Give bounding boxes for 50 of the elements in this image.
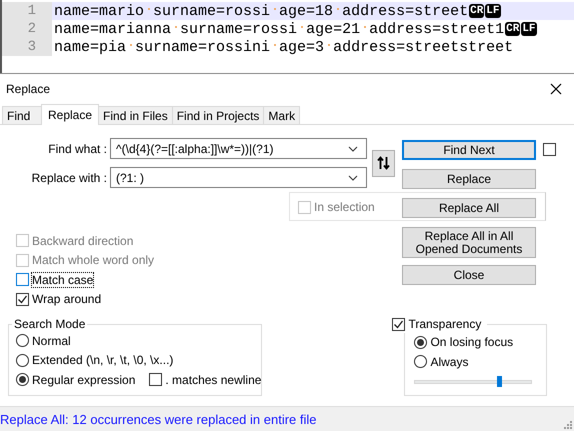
dialog-button[interactable]: Close [402,265,536,285]
check-icon [393,318,404,330]
dialog-button[interactable]: Replace All [402,198,536,218]
line-ending-marker: LF [485,4,500,18]
radio-button[interactable] [16,373,29,386]
status-message: Replace All: 12 occurrences were replaced in entire file [0,412,317,426]
close-icon[interactable] [550,82,562,94]
tab[interactable]: Mark [263,106,300,124]
line-number: 1 [28,3,36,19]
dialog-button[interactable]: Replace All in All Opened Documents [402,227,536,258]
code-text: name=marianna surname=rossi age=21 address=street1 [54,20,504,38]
option-checkbox[interactable]: Wrap around [16,292,102,306]
find-what-field[interactable]: ^(\d{4}(?=[[:alpha:]]\w*=))|(?1) [110,138,367,159]
radio-button[interactable] [414,355,428,368]
swap-arrows-icon [377,156,390,170]
line-number: 3 [28,39,36,55]
tab[interactable]: Find in Projects [172,106,264,124]
matches-newline-checkbox[interactable]: . matches newline [149,372,262,387]
tab[interactable]: Replace [41,104,100,125]
find-what-label: Find what : [47,142,108,156]
checkbox[interactable] [543,143,556,156]
radio-button[interactable] [16,354,29,367]
swap-button[interactable] [372,150,395,176]
line-ending-marker: CR [469,4,484,18]
tab[interactable]: Find [2,106,42,124]
radio-button[interactable] [16,334,29,348]
dialog-title: Replace [6,82,50,96]
radio-label[interactable]: Always [430,354,468,369]
radio-label[interactable]: Normal [32,334,71,348]
radio-button[interactable] [414,336,428,349]
slider-thumb[interactable] [496,376,502,386]
radio-label[interactable]: Extended (\n, \r, \t, \0, \x...) [32,353,174,368]
line-ending-marker: CR [505,22,520,36]
dialog-button[interactable]: Find Next [402,140,536,160]
code-text: name=mario surname=rossi age=18 address=street [54,2,468,20]
resize-grip-icon[interactable] [564,421,572,429]
tab[interactable]: Find in Files [98,106,173,124]
code-editor[interactable]: 1 name=mario surname=rossi age=18 address=street CR LF 2 name=marianna surname=rossi age=21 address=street1 CR LF 3 name=pia surname=rossini age=3 address=streetstreet [0,0,574,73]
dialog-button[interactable]: Replace [402,169,536,189]
radio-label[interactable]: On losing focus [430,335,514,350]
replace-with-field[interactable]: (?1: ) [110,167,367,188]
line-ending-marker: LF [521,22,537,36]
replace-with-label: Replace with : [30,170,108,184]
option-checkbox[interactable]: Match case [16,272,94,287]
search-mode-title: Search Mode [13,317,86,331]
code-text: name=pia surname=rossini age=3 address=streetstreet [54,38,514,56]
radio-label[interactable]: Regular expression [32,372,136,387]
check-icon [17,294,28,305]
line-number: 2 [28,21,36,37]
transparency-checkbox[interactable]: Transparency [392,317,482,331]
